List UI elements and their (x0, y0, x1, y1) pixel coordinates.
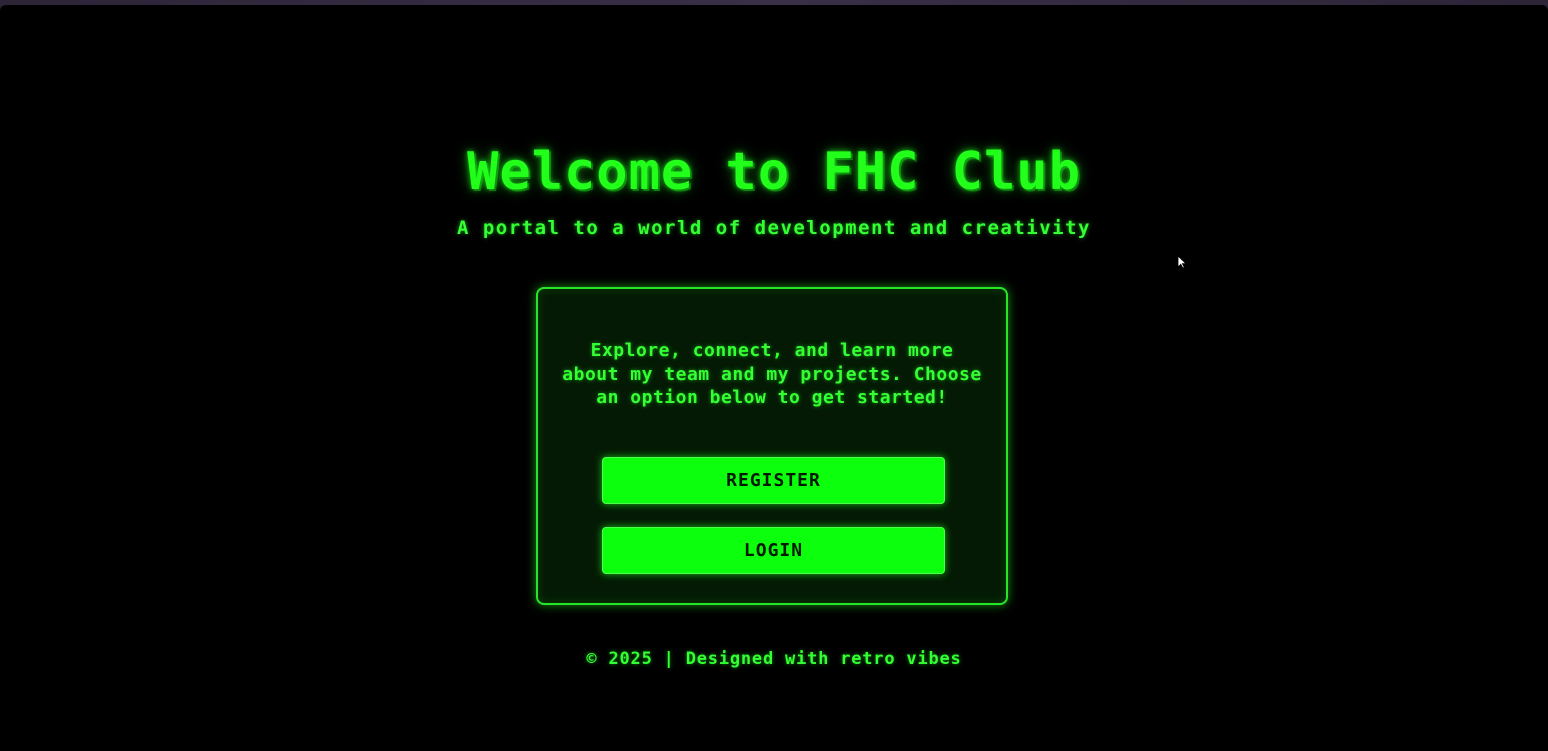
login-button[interactable]: LOGIN (602, 527, 945, 574)
page-title: Welcome to FHC Club (467, 142, 1081, 202)
page-subtitle: A portal to a world of development and c… (456, 217, 1091, 239)
footer-text: © 2025 | Designed with retro vibes (586, 649, 962, 669)
page-body: Welcome to FHC Club A portal to a world … (0, 5, 1548, 751)
welcome-panel: Explore, connect, and learn more about m… (536, 287, 1008, 605)
panel-description: Explore, connect, and learn more about m… (562, 340, 982, 408)
mouse-pointer-icon (1177, 255, 1187, 269)
register-button[interactable]: REGISTER (602, 457, 945, 504)
